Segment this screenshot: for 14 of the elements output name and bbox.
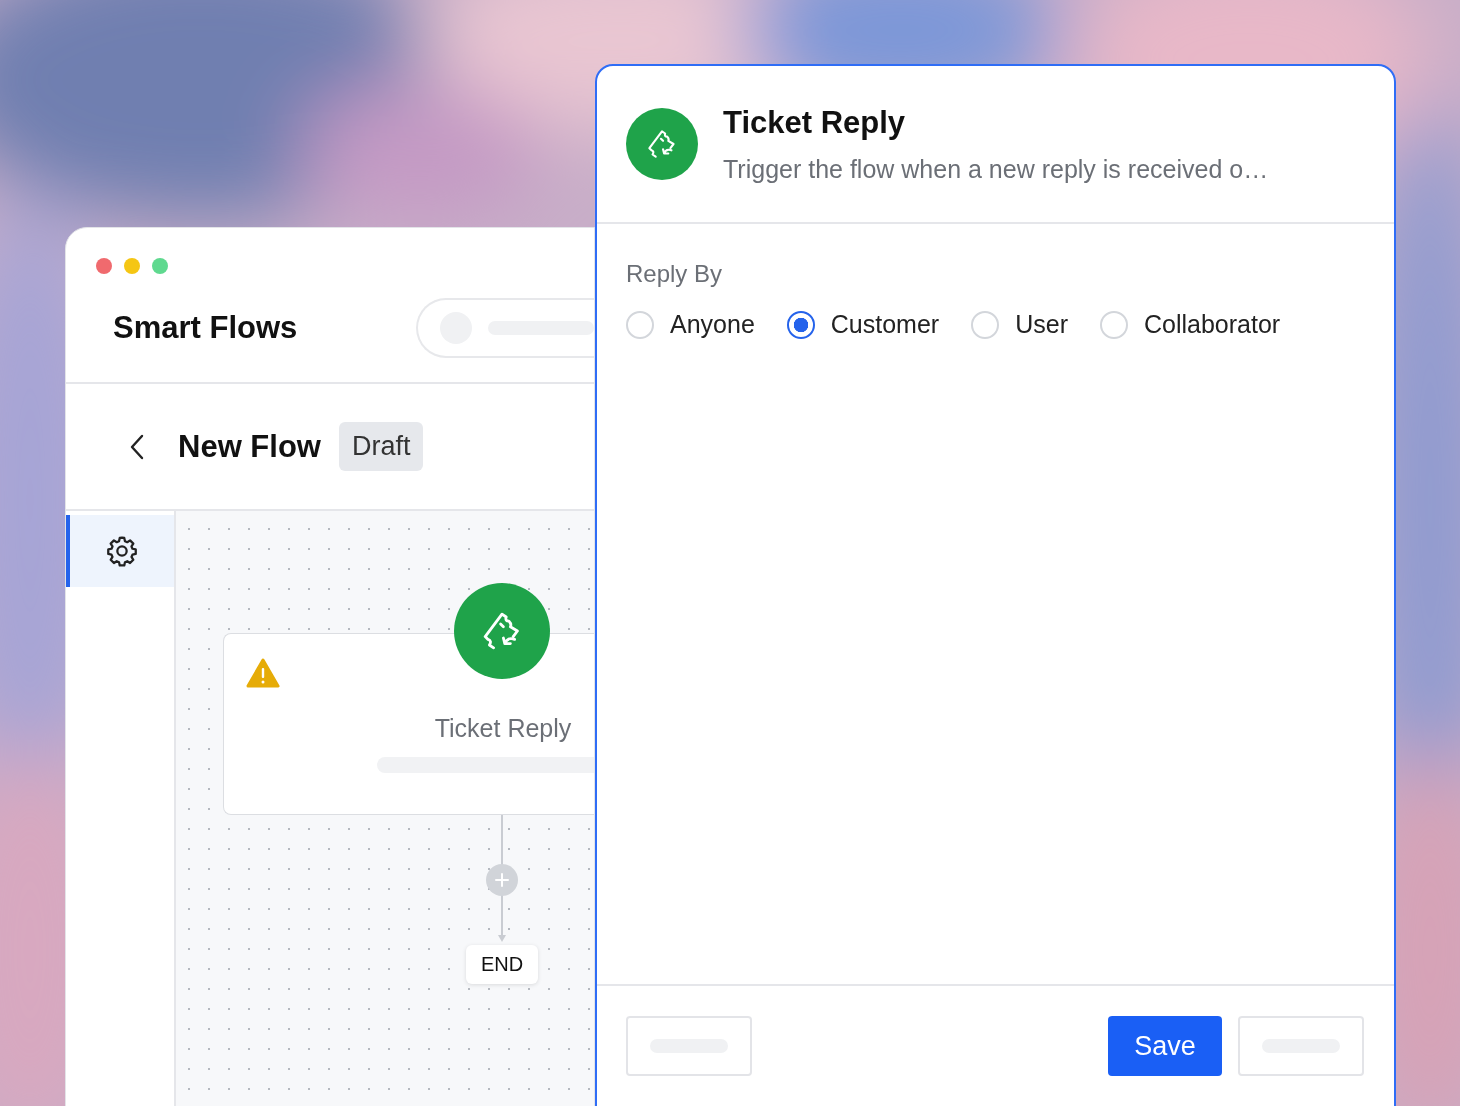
- radio-option[interactable]: User: [971, 310, 1068, 339]
- status-badge: Draft: [338, 422, 424, 471]
- radio-option[interactable]: Customer: [786, 310, 940, 339]
- panel-description: Trigger the flow when a new reply is received o…: [723, 154, 1269, 184]
- save-button[interactable]: Save: [1108, 1016, 1222, 1076]
- flow-title: New Flow: [178, 428, 321, 465]
- radio-option[interactable]: Collaborator: [1099, 310, 1281, 339]
- panel-title: Ticket Reply: [723, 104, 907, 141]
- node-title: Ticket Reply: [434, 714, 572, 743]
- end-node: END: [466, 945, 538, 984]
- radio-option[interactable]: Anyone: [626, 310, 755, 339]
- flow-node-card[interactable]: Ticket Reply: [223, 633, 594, 815]
- app-title: Smart Flows: [113, 310, 299, 346]
- field-label: Reply By: [626, 260, 724, 288]
